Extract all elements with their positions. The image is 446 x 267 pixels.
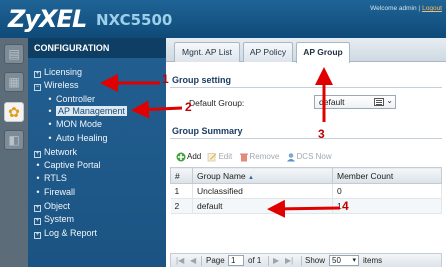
default-group-select[interactable]: default ⌄ xyxy=(314,95,396,109)
column-header-index[interactable]: # xyxy=(170,167,193,184)
maintenance-icon[interactable]: ◧ xyxy=(4,130,24,150)
monitor-icon[interactable]: ▦ xyxy=(4,72,24,92)
sidebar-item-mon-mode[interactable]: • MON Mode xyxy=(28,118,166,130)
default-group-label: Default Group: xyxy=(189,98,245,108)
table-row[interactable]: 1 Unclassified 0 xyxy=(170,183,442,199)
brand-logo: ZyXEL xyxy=(8,5,87,33)
table-header-row: # Group Name ▲ Member Count xyxy=(170,167,442,184)
dashboard-icon[interactable]: ▤ xyxy=(4,44,24,64)
sidebar-item-firewall[interactable]: • Firewall xyxy=(28,186,166,198)
tab-ap-policy[interactable]: AP Policy xyxy=(243,42,293,62)
remove-button[interactable]: Remove xyxy=(239,152,279,162)
configuration-sidebar: CONFIGURATION + Licensing − Wireless • Cont… xyxy=(28,38,166,267)
main-content: Mgnt. AP List AP Policy AP Group Group s… xyxy=(166,38,446,267)
group-setting-title: Group setting xyxy=(172,75,231,85)
items-per-page-select[interactable]: 50 ▾ xyxy=(329,255,359,266)
configuration-icon[interactable]: ✿ xyxy=(4,102,24,122)
logout-link[interactable]: Logout xyxy=(422,5,442,12)
add-icon xyxy=(176,152,186,162)
row-group-name: Unclassified xyxy=(192,183,333,199)
model-name: NXC5500 xyxy=(96,11,173,29)
collapse-icon[interactable]: − xyxy=(34,84,41,91)
expand-icon[interactable]: + xyxy=(34,205,41,212)
edit-icon xyxy=(208,153,217,162)
last-page-icon[interactable]: ▶| xyxy=(285,256,293,265)
sidebar-item-network[interactable]: + Network xyxy=(28,146,166,158)
pagination-bar: |◀ ◀ Page 1 of 1 ▶ ▶| Show 50 ▾ items xyxy=(170,253,442,267)
sidebar-item-log-report[interactable]: + Log & Report xyxy=(28,227,166,239)
separator xyxy=(301,256,302,266)
expand-icon[interactable]: + xyxy=(34,151,41,158)
annotation-number: 1 xyxy=(162,72,169,86)
welcome-label: Welcome admin | xyxy=(370,5,421,12)
expand-icon[interactable]: + xyxy=(34,218,41,225)
icon-rail: ▤ ▦ ✿ ◧ xyxy=(0,38,28,267)
expand-icon[interactable]: + xyxy=(34,232,41,239)
sidebar-item-ap-management[interactable]: • AP Management xyxy=(28,105,166,117)
annotation-number: 3 xyxy=(318,127,325,141)
column-header-member-count[interactable]: Member Count xyxy=(332,167,442,184)
sidebar-item-system[interactable]: + System xyxy=(28,213,166,225)
divider xyxy=(170,138,442,139)
default-group-value: default xyxy=(319,97,345,107)
sidebar-item-auto-healing[interactable]: • Auto Healing xyxy=(28,132,166,144)
summary-toolbar: Add Edit Remove DCS Now xyxy=(176,152,336,164)
page-number-input[interactable]: 1 xyxy=(228,255,244,266)
dcs-now-button[interactable]: DCS Now xyxy=(286,152,332,162)
row-group-name: default xyxy=(192,198,333,214)
sidebar-item-wireless[interactable]: − Wireless xyxy=(28,79,166,91)
next-page-icon[interactable]: ▶ xyxy=(273,256,279,265)
tab-ap-group[interactable]: AP Group xyxy=(296,42,350,63)
separator xyxy=(268,256,269,266)
sort-ascending-icon: ▲ xyxy=(248,174,254,181)
dcs-icon xyxy=(286,153,295,162)
chevron-down-icon[interactable]: ⌄ xyxy=(386,96,393,105)
tab-bar: Mgnt. AP List AP Policy AP Group xyxy=(166,38,446,63)
list-icon xyxy=(374,98,384,106)
sidebar-item-captive-portal[interactable]: • Captive Portal xyxy=(28,159,166,171)
row-member-count: 0 xyxy=(332,183,442,199)
sidebar-title: CONFIGURATION xyxy=(28,38,166,58)
sidebar-item-licensing[interactable]: + Licensing xyxy=(28,66,166,78)
expand-icon[interactable]: + xyxy=(34,71,41,78)
row-index: 1 xyxy=(170,183,193,199)
group-table: # Group Name ▲ Member Count 1 Unclassifi… xyxy=(170,167,442,214)
show-label: Show xyxy=(305,256,326,265)
items-label: items xyxy=(363,256,383,265)
previous-page-icon[interactable]: ◀ xyxy=(190,256,196,265)
page-of-label: of 1 xyxy=(248,256,262,265)
trash-icon xyxy=(239,153,248,162)
group-summary-title: Group Summary xyxy=(172,126,243,136)
tab-mgnt-ap-list[interactable]: Mgnt. AP List xyxy=(174,42,240,62)
sidebar-item-rtls[interactable]: • RTLS xyxy=(28,172,166,184)
items-per-page-value: 50 xyxy=(332,256,341,265)
sidebar-item-controller[interactable]: • Controller xyxy=(28,93,166,105)
annotation-number: 4 xyxy=(342,199,349,213)
welcome-text: Welcome admin | Logout xyxy=(370,5,442,12)
edit-button[interactable]: Edit xyxy=(207,152,232,162)
table-row[interactable]: 2 default 1 xyxy=(170,198,442,214)
first-page-icon[interactable]: |◀ xyxy=(176,256,184,265)
chevron-down-icon: ▾ xyxy=(352,257,356,264)
divider xyxy=(170,87,442,88)
sidebar-item-object[interactable]: + Object xyxy=(28,200,166,212)
top-header: ZyXEL NXC5500 Welcome admin | Logout xyxy=(0,0,446,38)
annotation-number: 2 xyxy=(185,100,192,114)
separator xyxy=(201,256,202,266)
column-header-group-name[interactable]: Group Name ▲ xyxy=(192,167,333,184)
add-button[interactable]: Add xyxy=(176,152,201,162)
row-index: 2 xyxy=(170,198,193,214)
page-label: Page xyxy=(206,256,225,265)
